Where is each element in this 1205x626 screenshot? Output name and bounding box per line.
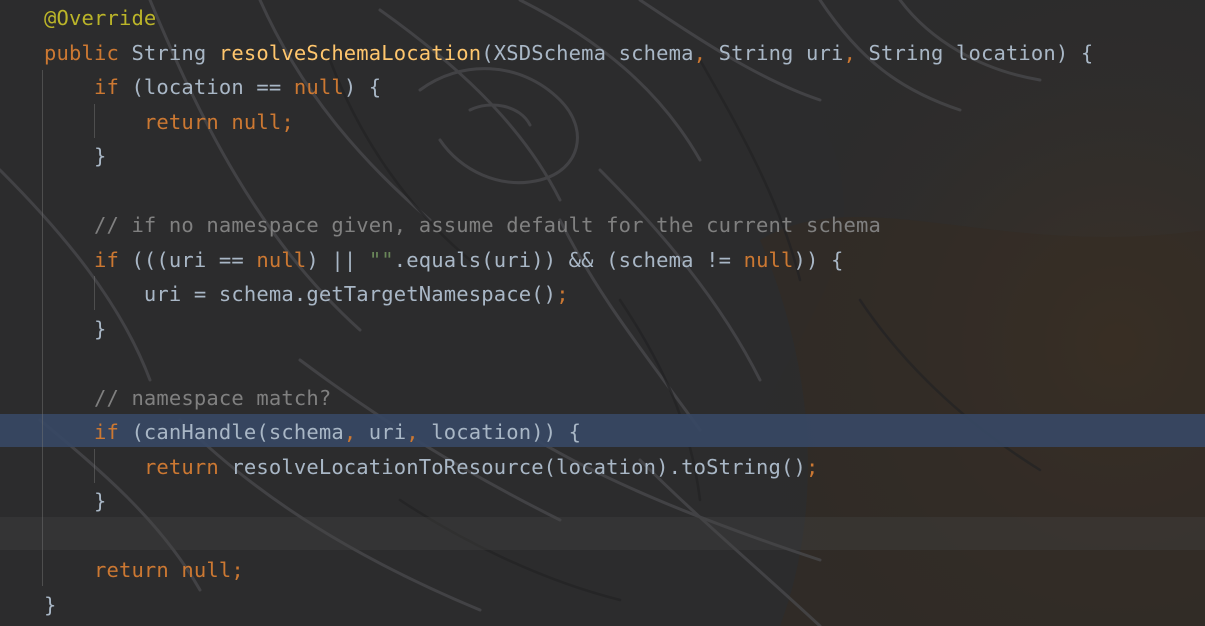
code-token-keyword: null <box>293 75 344 99</box>
code-line[interactable]: } <box>44 484 106 518</box>
code-token-keyword: return null <box>93 558 232 582</box>
code-token-keyword: null <box>743 247 794 272</box>
code-line[interactable]: return null; <box>44 553 244 587</box>
code-token-plain: } <box>44 489 107 513</box>
code-editor[interactable]: @Override public String resolveSchemaLoca… <box>0 0 1205 626</box>
code-token-plain: String uri <box>706 40 844 65</box>
code-token-plain: (XSDSchema schema <box>481 40 694 65</box>
code-token-punct: , <box>343 420 357 444</box>
code-token-plain: } <box>44 144 107 168</box>
code-line[interactable]: @Override <box>44 1 156 35</box>
code-line[interactable]: // if no namespace given, assume default… <box>44 208 881 242</box>
code-token-plain: resolveLocationToResource(location).toSt… <box>218 454 807 479</box>
code-line[interactable]: } <box>44 312 106 346</box>
code-token-method: resolveSchemaLocation <box>218 40 482 65</box>
code-token-plain: ) || <box>306 247 369 272</box>
indent-guide <box>42 70 43 586</box>
code-token-plain: } <box>44 316 107 341</box>
code-token-plain: (canHandle(schema <box>118 420 344 444</box>
code-token-keyword: null <box>256 247 307 272</box>
code-token-plain: location)) { <box>418 420 582 444</box>
code-token-keyword: return <box>143 454 219 479</box>
code-token-punct: ; <box>806 454 819 479</box>
code-token-punct: ; <box>281 109 294 134</box>
code-token-plain: .equals(uri)) && (schema != <box>393 247 744 272</box>
code-line[interactable]: uri = schema.getTargetNamespace(); <box>44 277 569 311</box>
code-token-keyword: if <box>93 420 119 444</box>
code-token-keyword: return null <box>143 109 282 134</box>
code-token-keyword: if <box>93 247 119 272</box>
code-line[interactable]: return resolveLocationToResource(locatio… <box>44 450 819 484</box>
code-token-plain: (location == <box>118 75 294 99</box>
code-token-plain: uri <box>356 420 407 444</box>
code-token-punct: , <box>843 40 857 65</box>
code-token-plain: (((uri == <box>118 247 257 272</box>
code-token-comment: // namespace match? <box>93 385 332 410</box>
code-token-plain: String <box>118 40 219 65</box>
code-token-plain: )) { <box>793 247 844 272</box>
code-token-plain: uri = schema.getTargetNamespace() <box>44 282 557 306</box>
code-token-annotation: @Override <box>44 6 157 30</box>
code-token-comment: // if no namespace given, assume default… <box>93 213 881 237</box>
code-token-keyword: public <box>44 40 119 65</box>
code-token-punct: ; <box>231 558 244 582</box>
code-line[interactable]: if (location == null) { <box>44 70 381 104</box>
code-line[interactable]: } <box>44 588 57 622</box>
current-scope-line-highlight <box>0 517 1205 550</box>
code-token-keyword: if <box>93 75 119 99</box>
code-line[interactable]: } <box>44 139 106 173</box>
code-line-current[interactable]: if (canHandle(schema, uri, location)) { <box>44 415 581 449</box>
code-line[interactable]: return null; <box>44 105 294 139</box>
code-line[interactable]: if (((uri == null) || "".equals(uri)) &&… <box>44 243 844 277</box>
code-line[interactable]: public String resolveSchemaLocation(XSDS… <box>44 36 1093 70</box>
code-token-plain: } <box>44 592 57 617</box>
code-token-punct: , <box>693 40 707 65</box>
code-token-string: "" <box>368 247 394 272</box>
code-token-plain: ) { <box>343 75 382 99</box>
code-token-punct: ; <box>556 282 569 306</box>
code-token-plain: String location) { <box>856 40 1094 65</box>
code-line[interactable]: // namespace match? <box>44 381 331 415</box>
code-token-punct: , <box>406 420 419 444</box>
